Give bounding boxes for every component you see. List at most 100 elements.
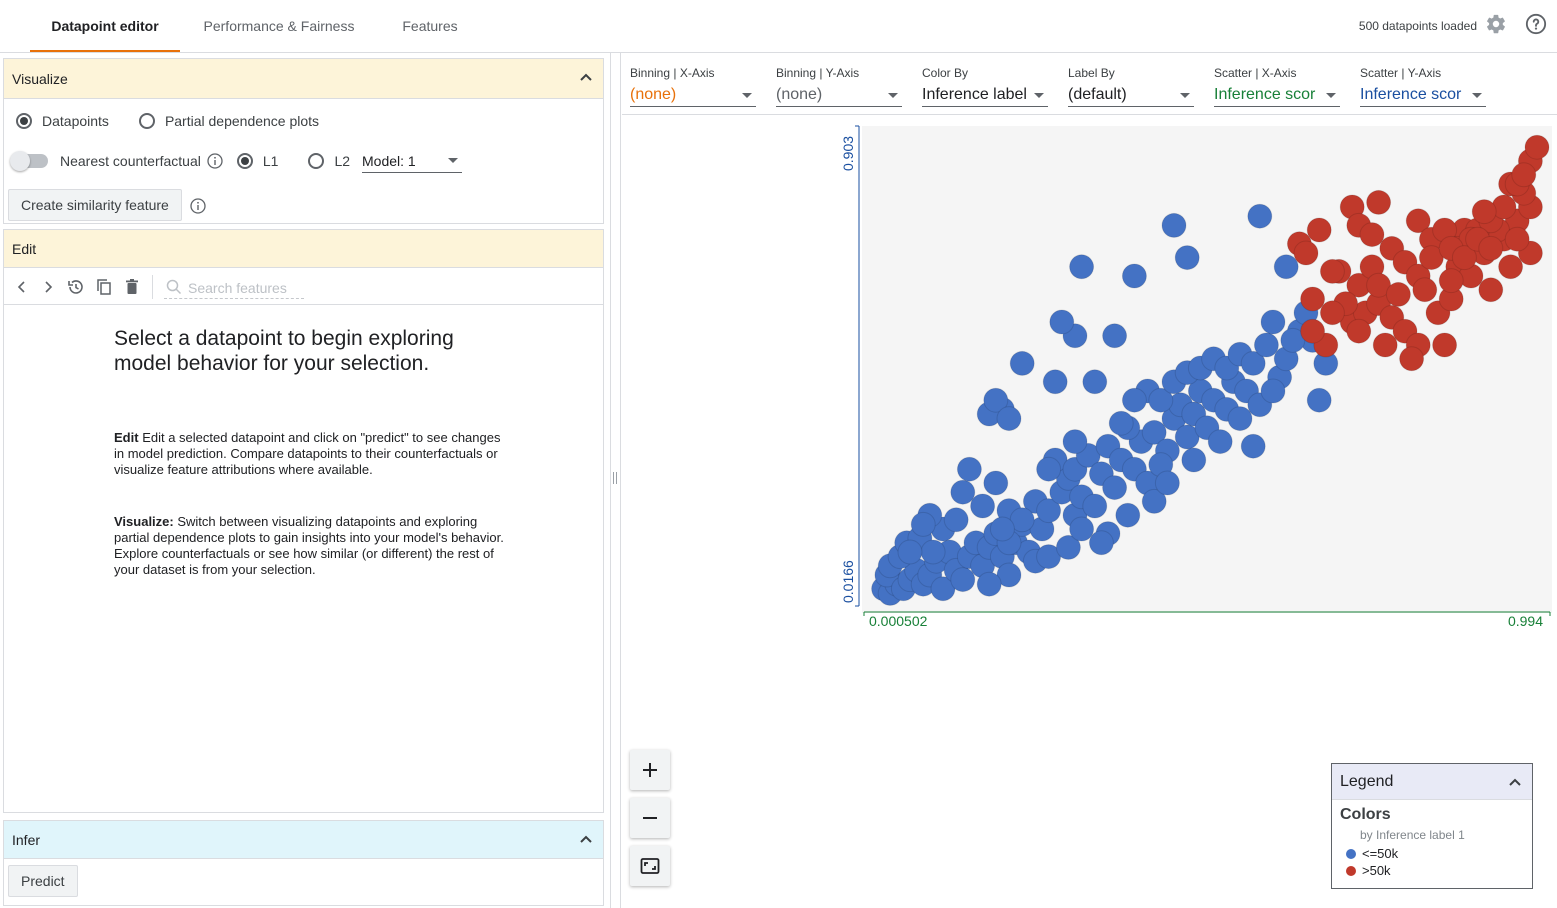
scatter-point[interactable] — [1069, 254, 1095, 280]
legend-colors-title: Colors — [1340, 806, 1391, 823]
zoom-out-button[interactable] — [630, 798, 670, 838]
scatter-point[interactable] — [1478, 235, 1504, 261]
scatter-point[interactable] — [1121, 263, 1147, 289]
model-select[interactable]: Model: 1 — [362, 149, 463, 173]
scatter-point[interactable] — [1069, 516, 1095, 542]
scatter-point[interactable] — [1181, 447, 1207, 473]
scatter-point[interactable] — [1227, 406, 1253, 432]
scatter-plot[interactable]: 0.903 0.0166 0.000502 0.994 — [622, 53, 1557, 753]
scatter-point[interactable] — [1359, 222, 1385, 248]
scatter-point[interactable] — [1319, 258, 1345, 284]
create-similarity-button[interactable]: Create similarity feature — [8, 189, 182, 221]
scatter-point[interactable] — [1036, 456, 1062, 482]
help-icon[interactable] — [1525, 13, 1547, 35]
delete-icon[interactable] — [122, 277, 142, 297]
scatter-point[interactable] — [1300, 318, 1326, 344]
tab-performance-fairness[interactable]: Performance & Fairness — [190, 0, 368, 52]
radio-datapoints[interactable] — [16, 113, 32, 129]
scatter-point[interactable] — [1319, 300, 1345, 326]
scatter-point[interactable] — [1102, 323, 1128, 349]
scatter-point[interactable] — [1412, 277, 1438, 303]
scatter-point[interactable] — [983, 470, 1009, 496]
scatter-point[interactable] — [1102, 475, 1128, 501]
scatter-point[interactable] — [1471, 199, 1497, 225]
gear-icon[interactable] — [1485, 13, 1507, 35]
info-icon[interactable] — [190, 198, 206, 214]
chevron-up-icon[interactable] — [579, 71, 593, 85]
scatter-point[interactable] — [1260, 378, 1286, 404]
scatter-point[interactable] — [950, 479, 976, 505]
scatter-point[interactable] — [1009, 350, 1035, 376]
scatter-point[interactable] — [1253, 332, 1279, 358]
tab-features[interactable]: Features — [380, 0, 480, 52]
fit-to-screen-button[interactable] — [630, 846, 670, 886]
scatter-point[interactable] — [1300, 286, 1326, 312]
scatter-point[interactable] — [1504, 226, 1530, 252]
scatter-point[interactable] — [1062, 429, 1088, 455]
scatter-point[interactable] — [1306, 387, 1332, 413]
radio-partial-dependence[interactable] — [138, 113, 155, 129]
scatter-point[interactable] — [1366, 189, 1392, 215]
minus-icon — [643, 817, 657, 819]
scatter-point[interactable] — [996, 406, 1022, 432]
scatter-point[interactable] — [1247, 203, 1273, 229]
scatter-point[interactable] — [1293, 240, 1319, 266]
chevron-right-icon[interactable] — [38, 277, 58, 297]
scatter-point[interactable] — [1240, 433, 1266, 459]
scatter-point[interactable] — [1115, 502, 1141, 528]
scatter-point[interactable] — [1154, 470, 1180, 496]
scatter-point[interactable] — [1121, 387, 1147, 413]
scatter-point[interactable] — [1498, 254, 1524, 280]
radio-l1-label: L1 — [262, 153, 279, 169]
info-icon[interactable] — [207, 153, 223, 169]
scatter-point[interactable] — [920, 539, 946, 565]
history-icon[interactable] — [66, 277, 86, 297]
radio-l2[interactable] — [308, 153, 325, 169]
radio-l1[interactable] — [236, 153, 253, 169]
legend-header[interactable]: Legend — [1332, 764, 1532, 800]
nearest-counterfactual-toggle[interactable] — [10, 151, 48, 171]
scatter-point[interactable] — [1524, 134, 1550, 160]
chevron-up-icon[interactable] — [579, 833, 593, 847]
chevron-left-icon[interactable] — [12, 277, 32, 297]
scatter-point[interactable] — [1108, 410, 1134, 436]
scatter-point[interactable] — [1346, 318, 1372, 344]
scatter-point[interactable] — [1042, 369, 1068, 395]
legend-dot-icon — [1346, 848, 1356, 859]
scatter-point[interactable] — [1432, 332, 1458, 358]
scatter-point[interactable] — [1161, 212, 1187, 238]
drag-handle-icon[interactable] — [613, 472, 617, 484]
scatter-point[interactable] — [970, 493, 996, 519]
scatter-point[interactable] — [943, 507, 969, 533]
scatter-point[interactable] — [910, 511, 936, 537]
scatter-point[interactable] — [1207, 429, 1233, 455]
infer-header[interactable]: Infer — [4, 821, 603, 859]
scatter-point[interactable] — [1273, 254, 1299, 280]
scatter-point[interactable] — [1260, 309, 1286, 335]
copy-icon[interactable] — [94, 277, 114, 297]
tab-datapoint-editor[interactable]: Datapoint editor — [30, 0, 180, 52]
scatter-point[interactable] — [1478, 277, 1504, 303]
scatter-point[interactable] — [1049, 309, 1075, 335]
scatter-point[interactable] — [1174, 245, 1200, 271]
scatter-point[interactable] — [1438, 268, 1464, 294]
scatter-point[interactable] — [1088, 530, 1114, 556]
scatter-point[interactable] — [1511, 162, 1537, 188]
visualize-header[interactable]: Visualize — [4, 59, 603, 99]
scatter-point[interactable] — [1385, 281, 1411, 307]
search-features-input[interactable]: Search features — [164, 277, 304, 299]
scatter-point[interactable] — [989, 516, 1015, 542]
search-icon — [166, 279, 182, 295]
predict-button[interactable]: Predict — [8, 865, 78, 897]
scatter-point[interactable] — [1082, 493, 1108, 519]
scatter-point[interactable] — [976, 571, 1002, 597]
scatter-point[interactable] — [897, 539, 923, 565]
scatter-point[interactable] — [1306, 217, 1332, 243]
scatter-point[interactable] — [1399, 346, 1425, 372]
scatter-point[interactable] — [956, 456, 982, 482]
scatter-point[interactable] — [950, 567, 976, 593]
zoom-in-button[interactable] — [630, 750, 670, 790]
scatter-point[interactable] — [1372, 332, 1398, 358]
chevron-up-icon[interactable] — [1508, 776, 1522, 790]
scatter-point[interactable] — [1082, 369, 1108, 395]
